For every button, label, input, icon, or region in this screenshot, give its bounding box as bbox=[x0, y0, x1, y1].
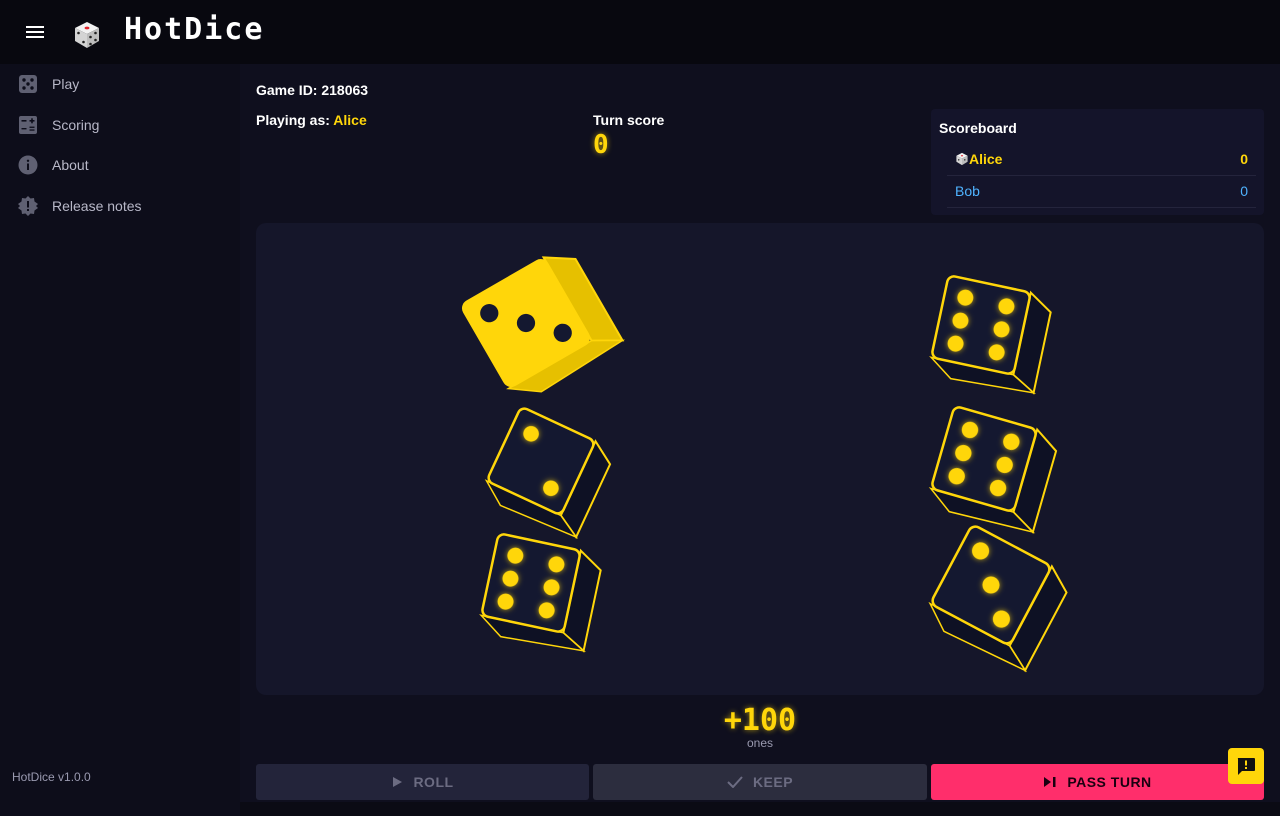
info-icon bbox=[18, 155, 38, 175]
sidebar-item-scoring[interactable]: Scoring bbox=[0, 105, 240, 145]
die[interactable] bbox=[460, 244, 626, 405]
sidebar-item-label: Play bbox=[52, 76, 80, 92]
scoreboard: Scoreboard Alice 0 Bob 0 bbox=[931, 109, 1264, 215]
player-score: 0 bbox=[1240, 151, 1248, 167]
die[interactable] bbox=[480, 407, 617, 541]
sidebar-item-label: Scoring bbox=[52, 117, 100, 133]
sidebar-item-label: Release notes bbox=[52, 198, 142, 214]
app-version: HotDice v1.0.0 bbox=[12, 770, 91, 784]
feedback-button[interactable] bbox=[1228, 748, 1264, 784]
roll-button[interactable]: ROLL bbox=[256, 764, 589, 800]
points-label: ones bbox=[746, 736, 774, 750]
playing-as: Playing as: Alice bbox=[256, 112, 367, 128]
calculator-icon bbox=[19, 116, 37, 134]
die-logo-icon bbox=[75, 22, 99, 48]
die-face bbox=[481, 533, 581, 633]
app-title: HotDice bbox=[124, 12, 265, 47]
game-id: Game ID: 218063 bbox=[256, 82, 369, 98]
sidebar-item-play[interactable]: Play bbox=[0, 64, 240, 104]
dice-icon bbox=[19, 75, 37, 93]
die-face bbox=[931, 275, 1031, 375]
scoreboard-row: Alice 0 bbox=[947, 143, 1256, 176]
skip-next-icon bbox=[1044, 777, 1056, 787]
menu-icon[interactable] bbox=[20, 16, 52, 48]
turn-score-label: Turn score bbox=[593, 112, 665, 128]
player-name: Alice bbox=[955, 151, 1002, 167]
turn-score-value: 0 bbox=[593, 130, 609, 160]
current-player-die-icon bbox=[956, 152, 968, 166]
sidebar: Play Scoring About Release notes HotDice… bbox=[0, 64, 240, 816]
sidebar-item-release-notes[interactable]: Release notes bbox=[0, 186, 240, 226]
player-name: Alice bbox=[333, 112, 367, 128]
alert-badge-icon bbox=[18, 196, 38, 216]
keep-button[interactable]: KEEP bbox=[593, 764, 927, 800]
die[interactable] bbox=[478, 533, 604, 654]
player-score: 0 bbox=[1240, 183, 1248, 199]
top-bar: HotDice bbox=[0, 0, 1280, 64]
scoreboard-row: Bob 0 bbox=[947, 175, 1256, 208]
feedback-icon bbox=[1237, 758, 1255, 775]
points-value: +100 bbox=[723, 703, 797, 738]
pass-turn-button[interactable]: PASS TURN bbox=[931, 764, 1264, 800]
scoreboard-title: Scoreboard bbox=[939, 120, 1017, 136]
playing-as-label: Playing as: bbox=[256, 112, 330, 128]
die[interactable] bbox=[928, 275, 1054, 396]
game-area: Game ID: 218063 Playing as: Alice Turn s… bbox=[240, 64, 1280, 802]
player-name: Bob bbox=[955, 183, 980, 199]
check-icon bbox=[727, 776, 743, 788]
dice-board bbox=[256, 223, 1264, 695]
die[interactable] bbox=[922, 524, 1074, 673]
sidebar-item-about[interactable]: About bbox=[0, 145, 240, 185]
sidebar-item-label: About bbox=[52, 157, 89, 173]
die[interactable] bbox=[926, 406, 1060, 536]
play-icon bbox=[393, 777, 403, 787]
